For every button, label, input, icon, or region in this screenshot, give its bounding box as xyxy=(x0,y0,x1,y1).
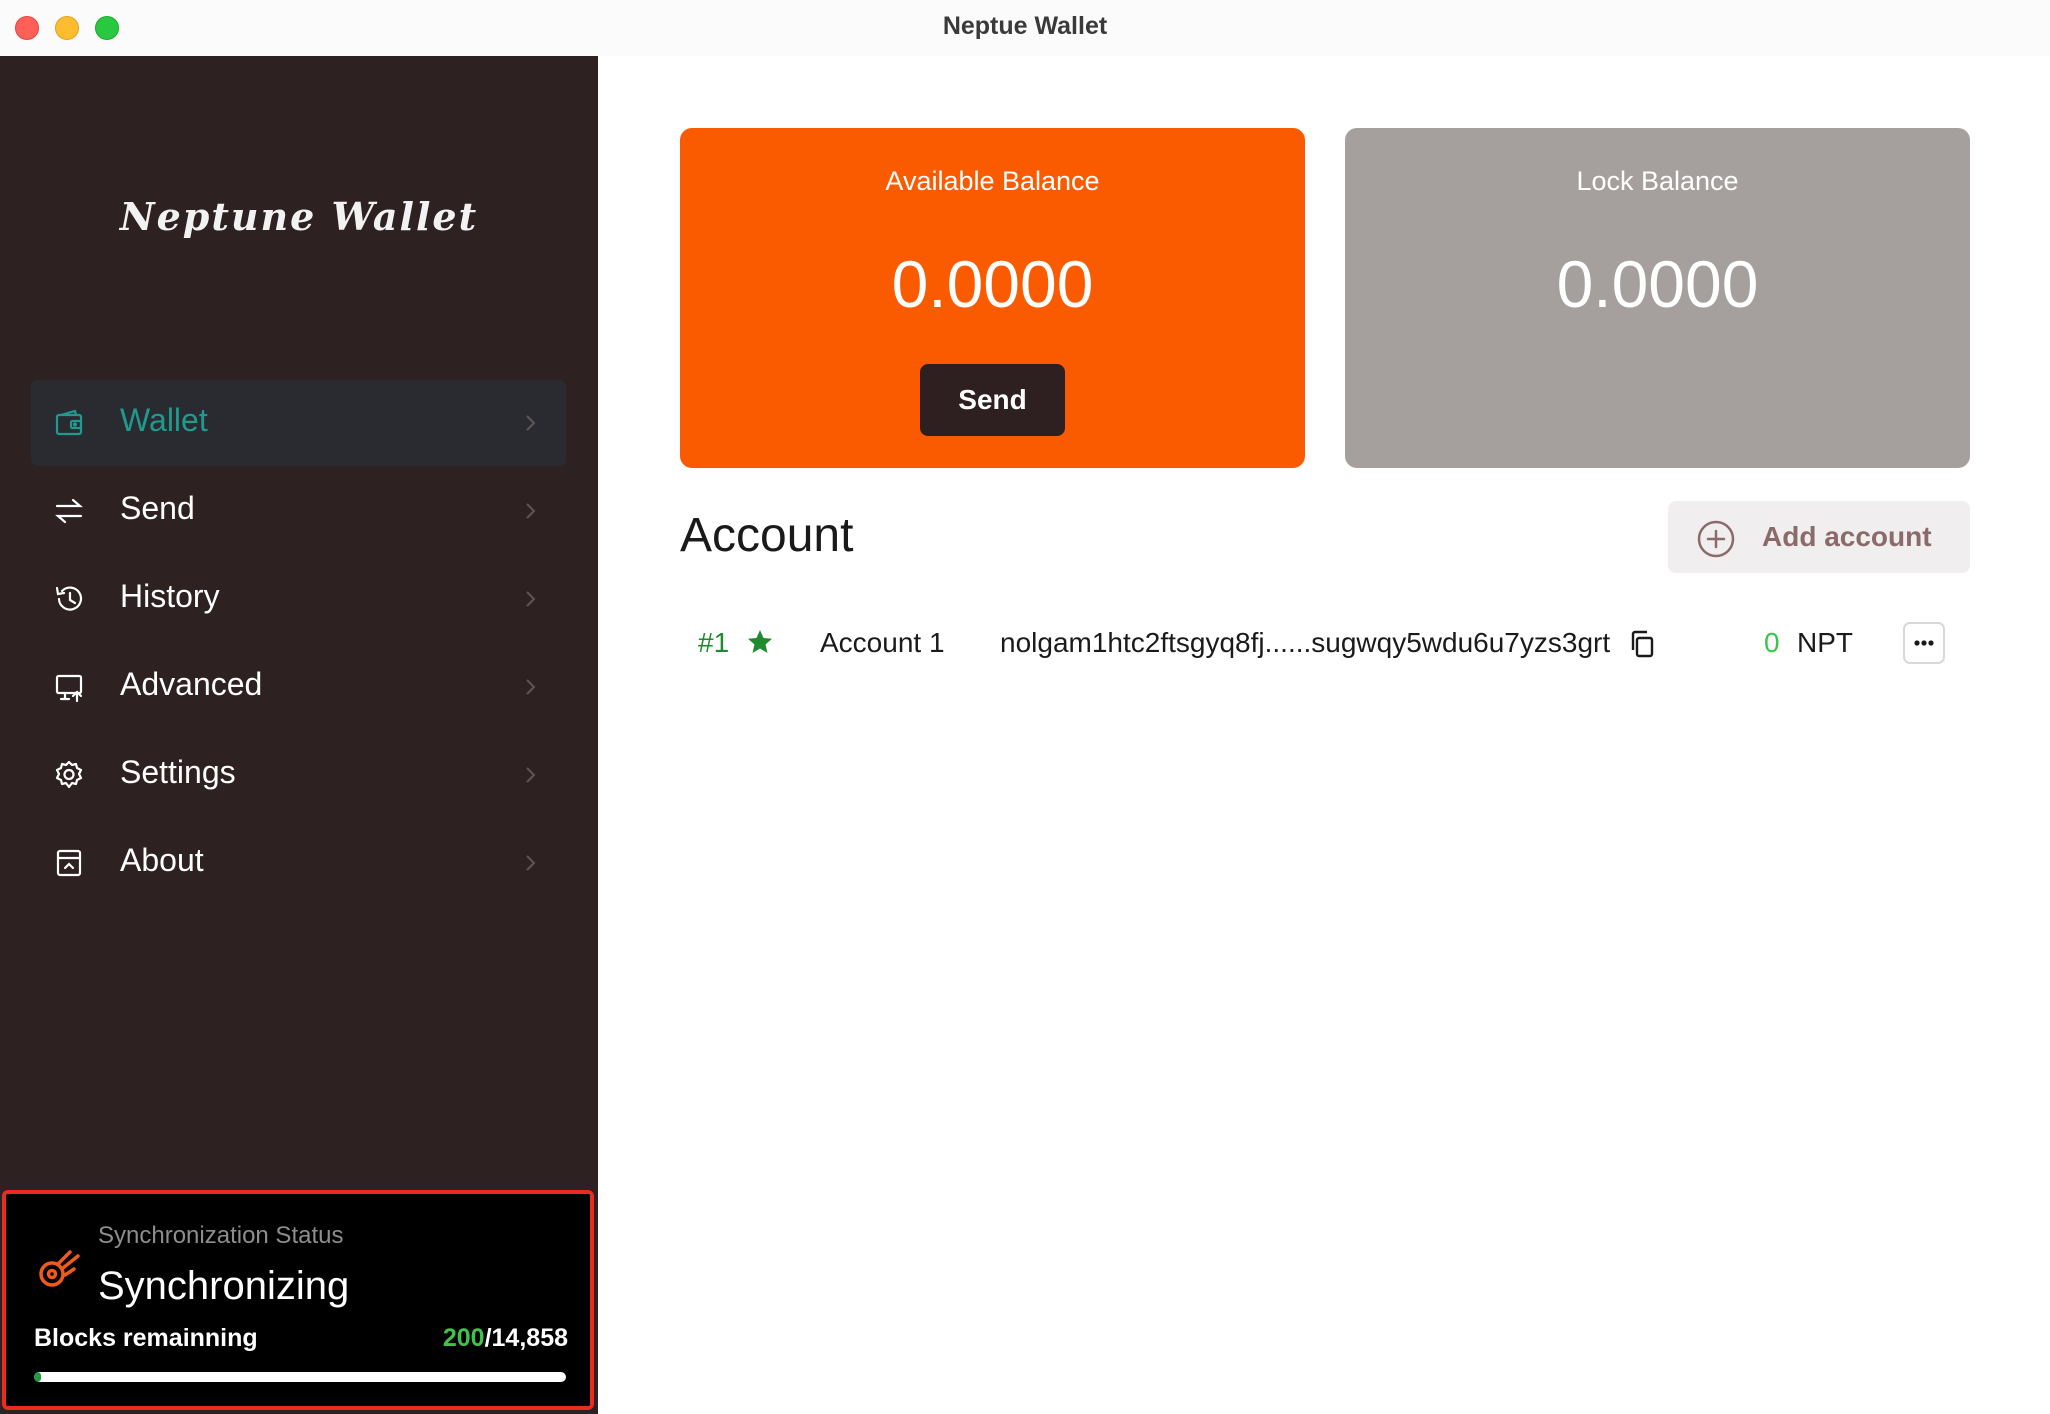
available-balance-card: Available Balance 0.0000 Send xyxy=(680,128,1305,468)
info-window-icon xyxy=(56,849,82,877)
account-balance-amount: 0 xyxy=(1764,627,1780,658)
blocks-total-value: 14,858 xyxy=(491,1324,568,1352)
sidebar-item-label: Send xyxy=(120,490,195,526)
chevron-right-icon xyxy=(526,855,536,871)
sidebar-item-advanced[interactable]: Advanced xyxy=(31,644,566,730)
lock-balance-value: 0.0000 xyxy=(1556,247,1759,321)
blocks-done-value: 200 xyxy=(442,1324,485,1352)
sidebar-item-label: Wallet xyxy=(120,402,208,438)
add-account-button[interactable]: Add account xyxy=(1668,501,1970,573)
sync-progress-fill xyxy=(34,1372,41,1382)
chevron-right-icon xyxy=(526,503,536,519)
sidebar-item-settings[interactable]: Settings xyxy=(31,732,566,818)
wallet-icon xyxy=(55,409,83,436)
sidebar-item-wallet[interactable]: Wallet xyxy=(31,380,566,466)
account-balance-unit: NPT xyxy=(1797,627,1853,658)
monitor-upload-icon xyxy=(55,674,83,703)
chevron-right-icon xyxy=(526,591,536,607)
account-heading: Account xyxy=(680,509,854,562)
sidebar-item-about[interactable]: About xyxy=(31,820,566,906)
transfer-arrows-icon xyxy=(55,498,83,524)
app-logo: Neptune Wallet xyxy=(119,194,479,239)
add-account-label: Add account xyxy=(1762,521,1932,552)
title-bar: Neptue Wallet xyxy=(0,0,2050,56)
chevron-right-icon xyxy=(526,767,536,783)
available-balance-label: Available Balance xyxy=(885,166,1100,196)
more-dots-icon xyxy=(1914,640,1934,646)
available-balance-value: 0.0000 xyxy=(891,247,1094,321)
more-options-button[interactable] xyxy=(1903,622,1945,664)
sidebar-item-label: About xyxy=(120,842,204,878)
meteor-icon xyxy=(39,1250,80,1287)
history-clock-icon xyxy=(55,586,83,611)
account-name: Account 1 xyxy=(820,627,945,658)
chevron-right-icon xyxy=(526,415,536,431)
account-index: #1 xyxy=(698,627,730,658)
sidebar-item-label: Settings xyxy=(120,754,236,790)
sync-status-panel: Synchronization Status Synchronizing Blo… xyxy=(2,1190,594,1410)
copy-icon[interactable] xyxy=(1628,629,1656,659)
account-address: nolgam1htc2ftsgyq8fj......sugwqy5wdu6u7y… xyxy=(1000,627,1611,658)
sidebar-item-history[interactable]: History xyxy=(31,556,566,642)
lock-balance-label: Lock Balance xyxy=(1576,166,1739,196)
sync-status-subtitle: Synchronization Status xyxy=(98,1222,344,1249)
blocks-remaining-count: 200/14,858 xyxy=(443,1324,568,1353)
chevron-right-icon xyxy=(526,679,536,695)
lock-balance-card: Lock Balance 0.0000 xyxy=(1345,128,1970,468)
send-button[interactable]: Send xyxy=(920,364,1065,436)
sync-status-text: Synchronizing xyxy=(98,1264,350,1308)
star-icon[interactable] xyxy=(746,628,774,656)
sync-progress-bar xyxy=(34,1372,566,1382)
blocks-separator: / xyxy=(484,1324,492,1352)
gear-icon xyxy=(55,760,83,789)
sidebar-item-label: Advanced xyxy=(120,666,263,702)
sidebar-item-label: History xyxy=(120,578,220,614)
blocks-remaining-label: Blocks remainning xyxy=(34,1324,258,1352)
sidebar-item-send[interactable]: Send xyxy=(31,468,566,554)
window-title: Neptue Wallet xyxy=(942,12,1108,40)
plus-circle-icon xyxy=(1697,520,1735,558)
